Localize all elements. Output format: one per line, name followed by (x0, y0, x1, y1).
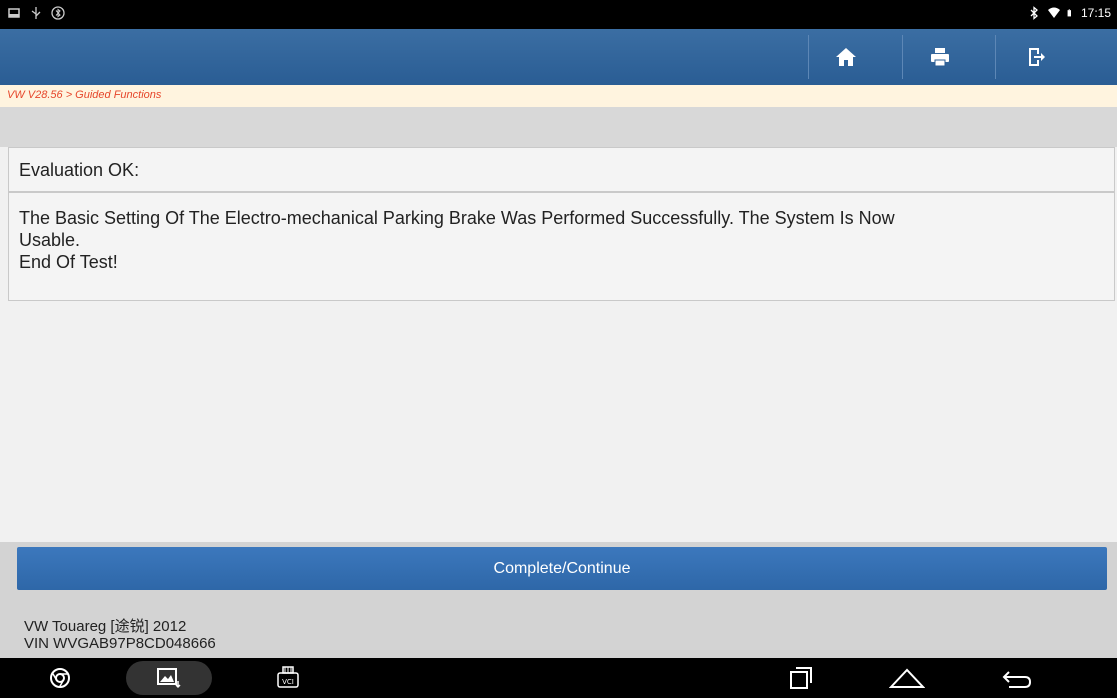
vci-label: VCI (282, 678, 294, 686)
complete-continue-button[interactable]: Complete/Continue (17, 547, 1107, 590)
message-body-line: End Of Test! (19, 252, 118, 272)
message-body-row: The Basic Setting Of The Electro-mechani… (8, 192, 1115, 301)
print-icon (931, 48, 949, 67)
gallery-button[interactable] (126, 661, 212, 695)
vehicle-info: VW Touareg [途锐] 2012 VIN WVGAB97P8CD0486… (24, 618, 216, 652)
back-icon (1002, 671, 1032, 688)
screenshot-icon (8, 8, 20, 18)
wifi-icon (1047, 7, 1060, 18)
usb-icon (31, 7, 41, 19)
vci-button[interactable]: VCI (268, 658, 308, 698)
message-body-line: Usable. (19, 230, 81, 250)
chrome-icon (50, 668, 70, 688)
back-button[interactable] (994, 658, 1040, 698)
message-title-row: Evaluation OK: (8, 147, 1115, 192)
status-right-icons: 17:15 (1027, 6, 1111, 20)
breadcrumb-bar: VW V28.56 > Guided Functions (0, 85, 1117, 107)
header-divider (995, 35, 996, 79)
footer-area: Complete/Continue VW Touareg [途锐] 2012 V… (0, 542, 1117, 658)
battery-icon (1067, 9, 1071, 17)
exit-button[interactable] (1000, 29, 1072, 85)
message-panel: Evaluation OK: The Basic Setting Of The … (0, 147, 1117, 542)
app-header (0, 29, 1117, 85)
status-bar: 17:15 (0, 0, 1117, 29)
home-icon (836, 48, 856, 66)
bluetooth-app-icon (51, 6, 65, 20)
home-nav-button[interactable] (880, 658, 934, 698)
system-nav-bar: VCI (0, 658, 1117, 698)
recent-apps-icon (790, 667, 812, 689)
vehicle-model: VW Touareg [途锐] 2012 (24, 618, 187, 635)
section-header-band (0, 107, 1117, 147)
chrome-button[interactable] (40, 658, 80, 698)
header-divider (808, 35, 809, 79)
vci-icon: VCI (277, 666, 299, 688)
status-time: 17:15 (1080, 6, 1111, 20)
bluetooth-icon (1030, 6, 1038, 20)
print-button[interactable] (904, 29, 976, 85)
breadcrumb: VW V28.56 > Guided Functions (7, 89, 162, 101)
message-body-line: The Basic Setting Of The Electro-mechani… (19, 208, 895, 228)
exit-icon (1029, 48, 1045, 66)
recent-apps-button[interactable] (776, 658, 826, 698)
vehicle-vin: VIN WVGAB97P8CD048666 (24, 635, 216, 652)
home-button[interactable] (810, 29, 882, 85)
home-outline-icon (889, 668, 925, 688)
status-left-icons (7, 6, 65, 20)
header-divider (902, 35, 903, 79)
gallery-icon (157, 668, 181, 689)
message-title: Evaluation OK: (19, 160, 140, 180)
